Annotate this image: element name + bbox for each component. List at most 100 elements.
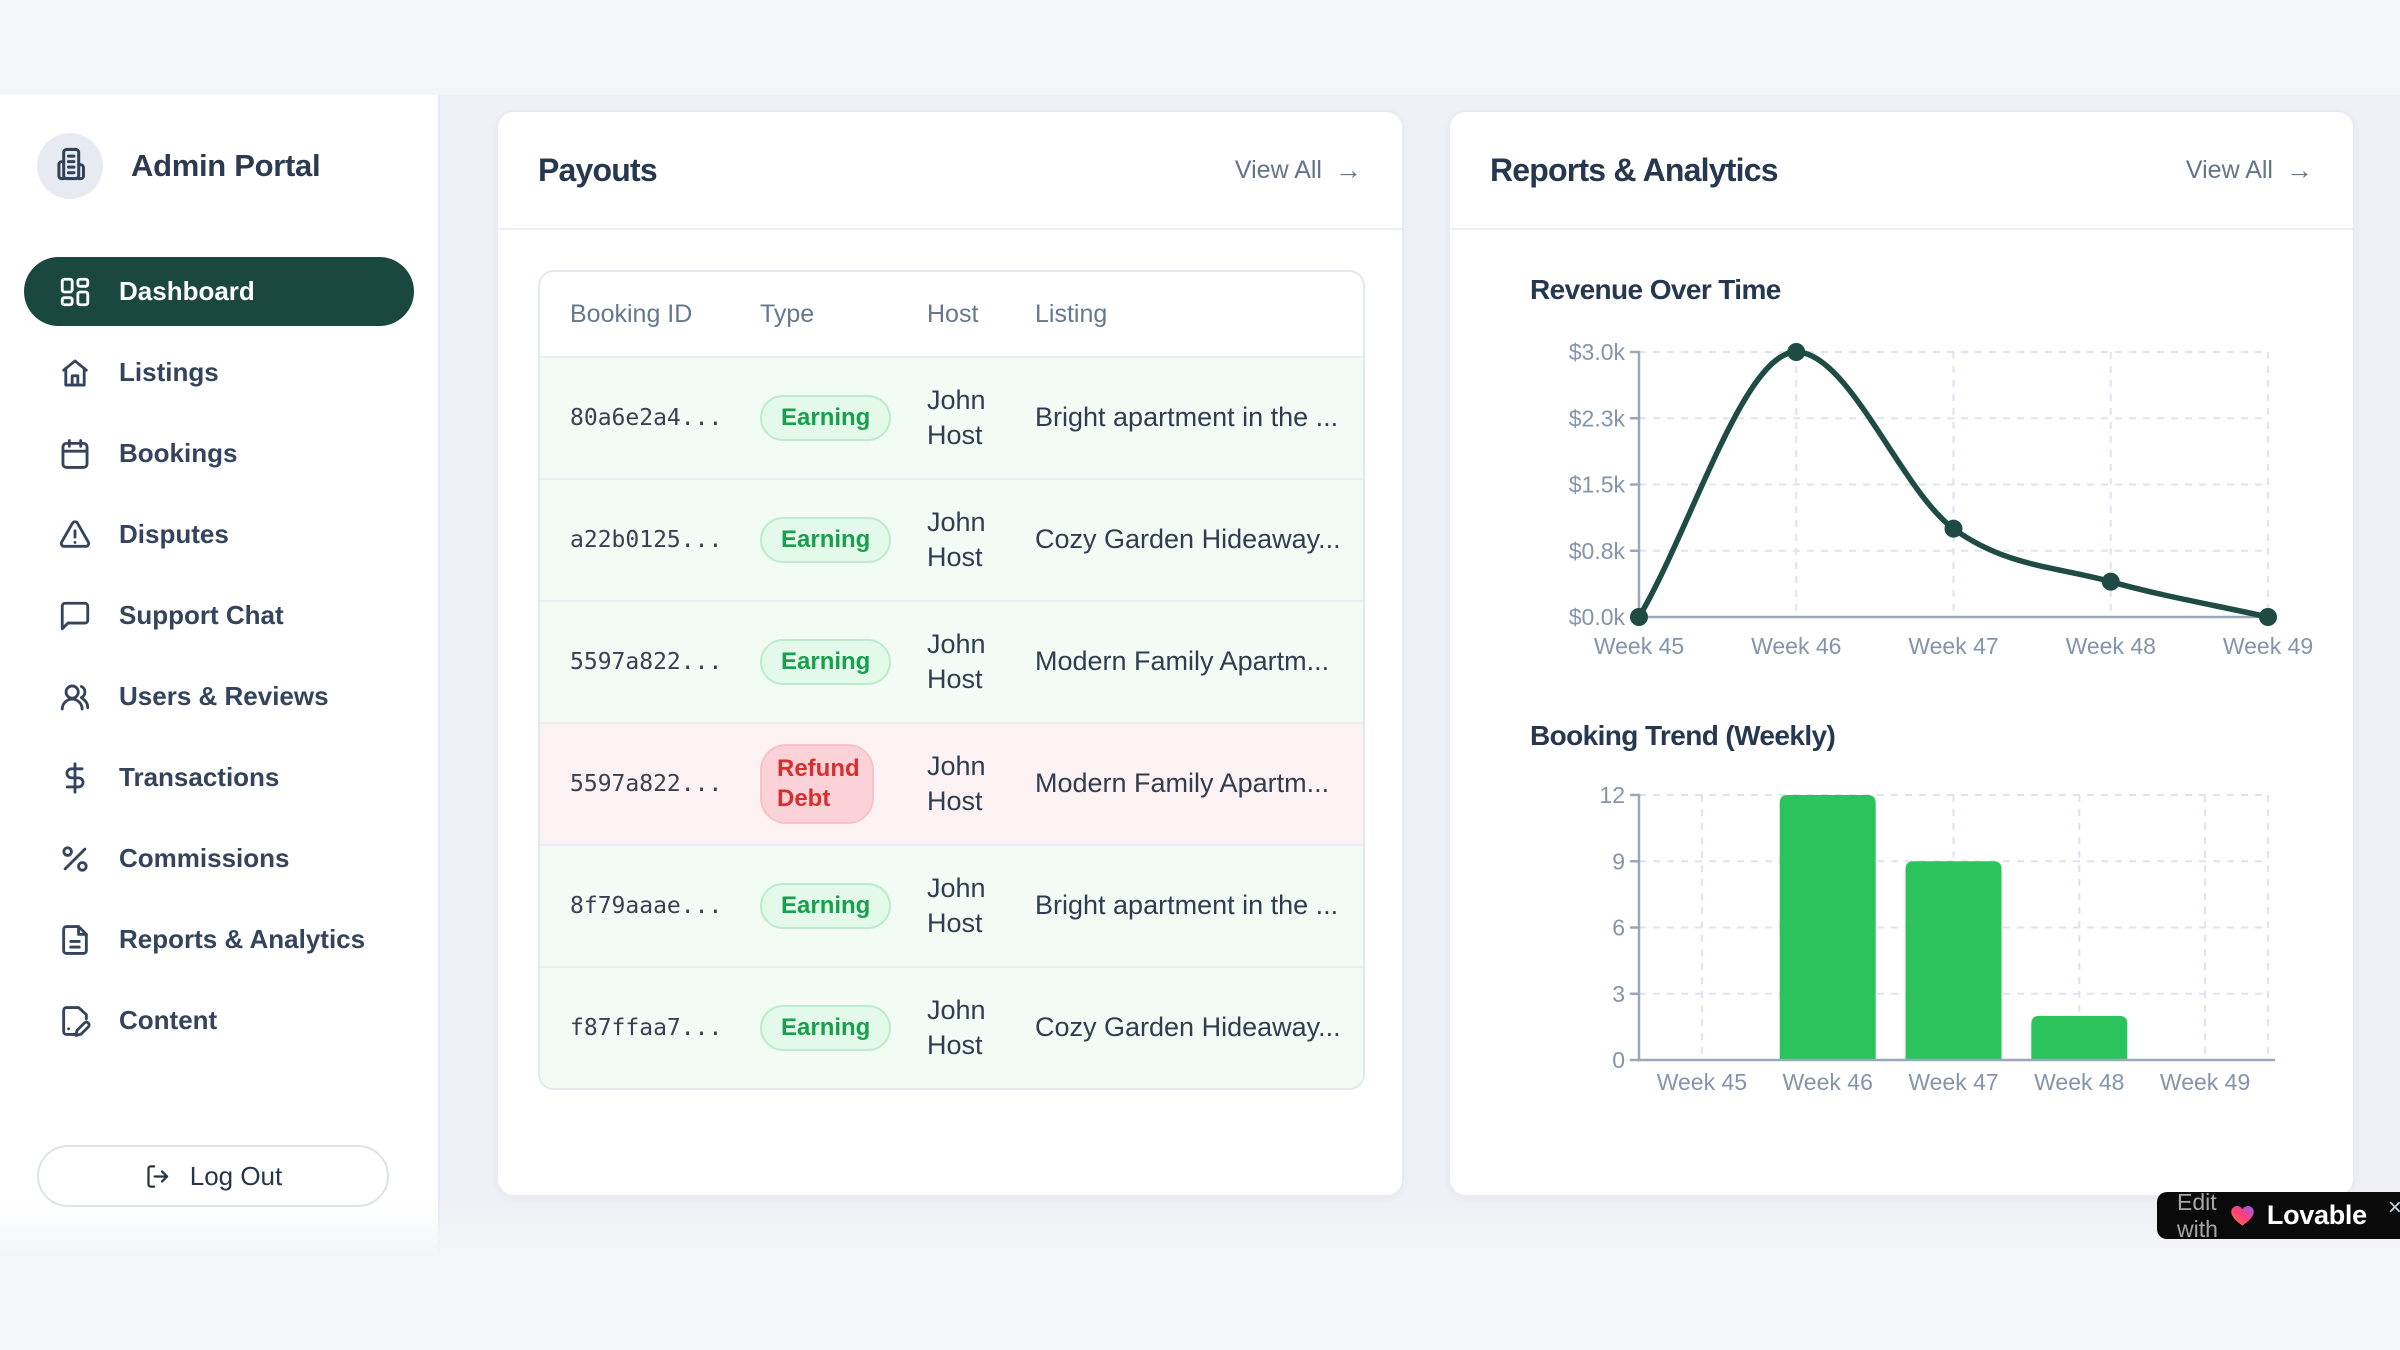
svg-text:Week 47: Week 47 bbox=[1908, 1069, 1998, 1095]
building-icon bbox=[51, 145, 89, 188]
file-text-icon bbox=[58, 923, 92, 957]
host-cell: John Host bbox=[927, 749, 1035, 819]
sidebar: Admin Portal Dashboard bbox=[0, 95, 440, 1253]
earning-badge: Earning bbox=[760, 1005, 891, 1051]
column-header-type: Type bbox=[760, 300, 927, 329]
listing-cell: Modern Family Apartm... bbox=[1035, 644, 1363, 679]
column-header-listing: Listing bbox=[1035, 300, 1363, 329]
type-cell: Earning bbox=[760, 639, 927, 685]
booking-id-cell: 5597a822... bbox=[540, 649, 760, 675]
logout-button[interactable]: Log Out bbox=[37, 1145, 389, 1207]
earning-badge: Earning bbox=[760, 395, 891, 441]
svg-text:Week 46: Week 46 bbox=[1751, 633, 1841, 659]
table-row: a22b0125... Earning John Host Cozy Garde… bbox=[540, 478, 1363, 600]
host-cell: John Host bbox=[927, 871, 1035, 941]
svg-text:Week 45: Week 45 bbox=[1657, 1069, 1747, 1095]
sidebar-item-commissions[interactable]: Commissions bbox=[24, 824, 414, 893]
host-cell: John Host bbox=[927, 383, 1035, 453]
arrow-right-icon: → bbox=[2286, 157, 2313, 184]
app-frame: Admin Portal Dashboard bbox=[0, 95, 2400, 1253]
admin-dashboard-page: Admin Portal Dashboard bbox=[0, 0, 2400, 1350]
file-pen-icon bbox=[58, 1004, 92, 1038]
svg-text:3: 3 bbox=[1612, 981, 1625, 1007]
booking-bar-chart: 036912Week 45Week 46Week 47Week 48Week 4… bbox=[1534, 775, 2344, 1120]
host-cell: John Host bbox=[927, 627, 1035, 697]
sidebar-item-label: Disputes bbox=[119, 519, 229, 550]
payouts-card-header: Payouts View All → bbox=[498, 112, 1402, 230]
svg-text:$3.0k: $3.0k bbox=[1569, 339, 1626, 365]
svg-text:Week 49: Week 49 bbox=[2160, 1069, 2250, 1095]
booking-id-cell: 5597a822... bbox=[540, 771, 760, 797]
type-cell: Earning bbox=[760, 517, 927, 563]
svg-text:9: 9 bbox=[1612, 848, 1625, 874]
booking-id-cell: f87ffaa7... bbox=[540, 1015, 760, 1041]
percent-icon bbox=[58, 842, 92, 876]
sidebar-item-label: Transactions bbox=[119, 762, 279, 793]
revenue-line-chart: $0.0k$0.8k$1.5k$2.3k$3.0kWeek 45Week 46W… bbox=[1534, 332, 2344, 677]
message-square-icon bbox=[58, 599, 92, 633]
table-row: f87ffaa7... Earning John Host Cozy Garde… bbox=[540, 966, 1363, 1088]
earning-badge: Earning bbox=[760, 639, 891, 685]
payouts-title: Payouts bbox=[538, 152, 657, 189]
sidebar-item-label: Commissions bbox=[119, 843, 290, 874]
sidebar-item-label: Bookings bbox=[119, 438, 237, 469]
arrow-right-icon: → bbox=[1335, 157, 1362, 184]
booking-id-cell: 8f79aaae... bbox=[540, 893, 760, 919]
sidebar-item-dashboard[interactable]: Dashboard bbox=[24, 257, 414, 326]
column-header-booking-id: Booking ID bbox=[540, 300, 760, 329]
booking-id-cell: 80a6e2a4... bbox=[540, 405, 760, 431]
host-cell: John Host bbox=[927, 505, 1035, 575]
listing-cell: Modern Family Apartm... bbox=[1035, 766, 1363, 801]
svg-text:0: 0 bbox=[1612, 1047, 1625, 1073]
table-row: 8f79aaae... Earning John Host Bright apa… bbox=[540, 844, 1363, 966]
lovable-brand: Lovable bbox=[2267, 1200, 2367, 1231]
type-cell: Earning bbox=[760, 883, 927, 929]
revenue-chart-title: Revenue Over Time bbox=[1530, 274, 1781, 306]
listing-cell: Bright apartment in the ... bbox=[1035, 888, 1363, 923]
sidebar-item-label: Dashboard bbox=[119, 276, 255, 307]
sidebar-item-support-chat[interactable]: Support Chat bbox=[24, 581, 414, 650]
sidebar-item-content[interactable]: Content bbox=[24, 986, 414, 1055]
svg-text:6: 6 bbox=[1612, 915, 1625, 941]
earning-badge: Earning bbox=[760, 883, 891, 929]
table-row: 5597a822... Earning John Host Modern Fam… bbox=[540, 600, 1363, 722]
users-icon bbox=[58, 680, 92, 714]
sidebar-item-disputes[interactable]: Disputes bbox=[24, 500, 414, 569]
svg-text:Week 49: Week 49 bbox=[2223, 633, 2313, 659]
sidebar-nav: Dashboard Listings bbox=[0, 257, 438, 1055]
table-header-row: Booking ID Type Host Listing bbox=[540, 272, 1363, 356]
sidebar-item-transactions[interactable]: Transactions bbox=[24, 743, 414, 812]
sidebar-item-listings[interactable]: Listings bbox=[24, 338, 414, 407]
svg-text:$2.3k: $2.3k bbox=[1569, 405, 1626, 431]
payouts-card: Payouts View All → Booking ID Type Host … bbox=[496, 110, 1404, 1197]
sidebar-item-label: Reports & Analytics bbox=[119, 924, 365, 955]
type-cell: Earning bbox=[760, 1005, 927, 1051]
payouts-view-all-link[interactable]: View All → bbox=[1235, 156, 1362, 185]
table-row: 80a6e2a4... Earning John Host Bright apa… bbox=[540, 356, 1363, 478]
sidebar-item-bookings[interactable]: Bookings bbox=[24, 419, 414, 488]
earning-badge: Earning bbox=[760, 517, 891, 563]
brand-logo bbox=[37, 133, 103, 199]
sidebar-item-label: Listings bbox=[119, 357, 219, 388]
lovable-prefix: Edit with bbox=[2177, 1189, 2218, 1243]
table-row: 5597a822... Refund Debt John Host Modern… bbox=[540, 722, 1363, 844]
svg-text:Week 45: Week 45 bbox=[1594, 633, 1684, 659]
type-cell: Earning bbox=[760, 395, 927, 441]
alert-triangle-icon bbox=[58, 518, 92, 552]
svg-text:12: 12 bbox=[1599, 782, 1625, 808]
svg-text:Week 48: Week 48 bbox=[2066, 633, 2156, 659]
reports-card-header: Reports & Analytics View All → bbox=[1450, 112, 2353, 230]
brand-name: Admin Portal bbox=[131, 148, 320, 184]
svg-text:Week 47: Week 47 bbox=[1908, 633, 1998, 659]
close-icon[interactable]: × bbox=[2388, 1196, 2400, 1220]
reports-title: Reports & Analytics bbox=[1490, 152, 1778, 189]
reports-view-all-link[interactable]: View All → bbox=[2186, 156, 2313, 185]
lovable-badge[interactable]: Edit with Lovable × bbox=[2157, 1192, 2400, 1239]
svg-text:$0.8k: $0.8k bbox=[1569, 538, 1626, 564]
type-cell: Refund Debt bbox=[760, 744, 927, 824]
calendar-icon bbox=[58, 437, 92, 471]
sidebar-item-users-reviews[interactable]: Users & Reviews bbox=[24, 662, 414, 731]
sidebar-item-reports-analytics[interactable]: Reports & Analytics bbox=[24, 905, 414, 974]
host-cell: John Host bbox=[927, 993, 1035, 1063]
sidebar-item-label: Support Chat bbox=[119, 600, 284, 631]
